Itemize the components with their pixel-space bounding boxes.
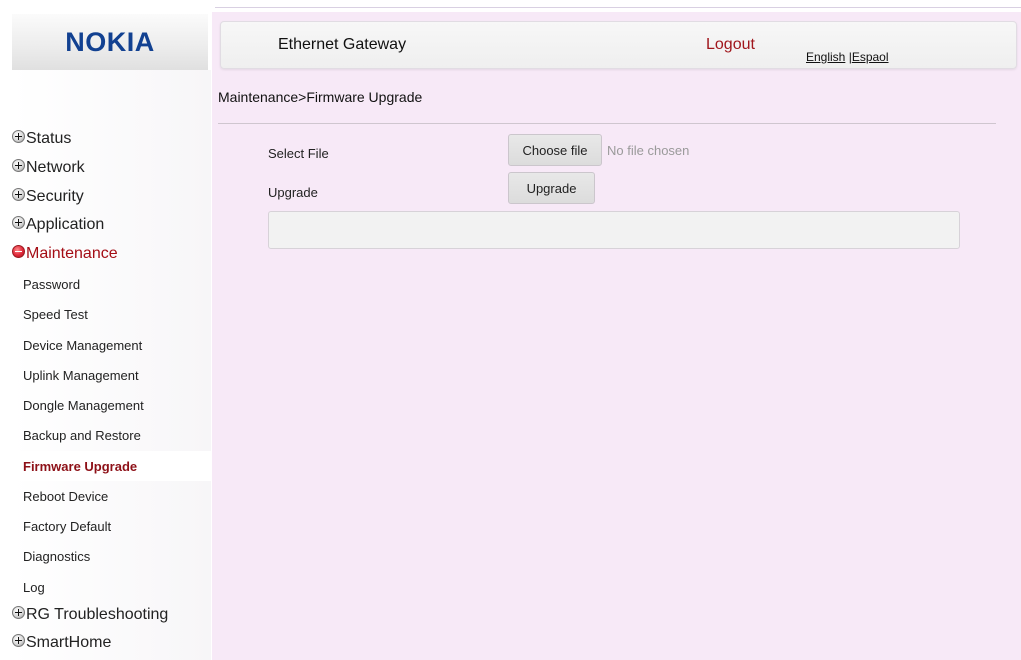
logo-area: NOKIA: [12, 14, 208, 70]
select-file-label: Select File: [268, 146, 329, 161]
lang-spanish-link[interactable]: Espaol: [852, 50, 889, 64]
sidebar-item-uplink-management[interactable]: Uplink Management: [12, 360, 211, 390]
nokia-logo: NOKIA: [65, 27, 155, 57]
upgrade-label: Upgrade: [268, 185, 318, 200]
sidebar-item-label: Reboot Device: [23, 488, 109, 504]
sidebar-item-dongle-management[interactable]: Dongle Management: [12, 390, 211, 420]
sidebar-item-label: Dongle Management: [23, 397, 144, 413]
plus-icon: [12, 129, 25, 143]
language-switcher: English |Espaol: [806, 50, 889, 64]
sidebar-item-label: Firmware Upgrade: [23, 458, 138, 474]
sidebar-item-label: Speed Test: [23, 306, 88, 322]
breadcrumb-divider: [218, 123, 996, 124]
sidebar-item-label: Log: [23, 579, 45, 595]
content-panel: [212, 12, 1021, 660]
nav-application-label: Application: [26, 216, 105, 233]
sidebar-item-password[interactable]: Password: [12, 269, 211, 299]
nav-status[interactable]: Status: [12, 126, 71, 152]
logout-link[interactable]: Logout: [706, 36, 755, 54]
sidebar-item-backup-restore[interactable]: Backup and Restore: [12, 420, 211, 450]
sidebar-item-device-management[interactable]: Device Management: [12, 330, 211, 360]
gateway-title: Ethernet Gateway: [278, 36, 407, 53]
nav-status-label: Status: [26, 130, 72, 147]
lang-english-link[interactable]: English: [806, 50, 845, 64]
sidebar-item-firmware-upgrade[interactable]: Firmware Upgrade: [12, 451, 211, 481]
choose-file-button[interactable]: Choose file: [508, 134, 602, 166]
nav-smarthome-label: SmartHome: [26, 634, 112, 651]
plus-icon: [12, 187, 25, 201]
sidebar-item-label: Uplink Management: [23, 367, 139, 383]
sidebar-item-speed-test[interactable]: Speed Test: [12, 299, 211, 329]
nav-security-label: Security: [26, 188, 84, 205]
nav-rg-troubleshooting-label: RG Troubleshooting: [26, 606, 169, 623]
top-border: [215, 7, 1021, 8]
sidebar-item-label: Diagnostics: [23, 548, 91, 564]
nav-rg-troubleshooting[interactable]: RG Troubleshooting: [12, 602, 168, 628]
breadcrumb: Maintenance>Firmware Upgrade: [218, 89, 423, 105]
plus-icon: [12, 605, 25, 619]
nav-maintenance-label: Maintenance: [26, 245, 118, 262]
sidebar-item-factory-default[interactable]: Factory Default: [12, 511, 211, 541]
nav-network[interactable]: Network: [12, 155, 85, 181]
upgrade-message-box: [268, 211, 960, 249]
plus-icon: [12, 158, 25, 172]
nav-smarthome[interactable]: SmartHome: [12, 630, 111, 656]
nav-security[interactable]: Security: [12, 184, 84, 210]
plus-icon: [12, 215, 25, 229]
upgrade-button[interactable]: Upgrade: [508, 172, 595, 204]
nav-network-label: Network: [26, 159, 85, 176]
sidebar-item-diagnostics[interactable]: Diagnostics: [12, 541, 211, 571]
minus-icon: [12, 244, 25, 258]
sidebar-item-reboot-device[interactable]: Reboot Device: [12, 481, 211, 511]
nav-application[interactable]: Application: [12, 212, 104, 238]
sidebar-item-label: Factory Default: [23, 518, 112, 534]
sidebar-item-label: Device Management: [23, 337, 143, 353]
no-file-chosen-text: No file chosen: [607, 143, 690, 158]
nav-maintenance[interactable]: Maintenance: [12, 241, 118, 267]
sidebar-item-label: Password: [23, 276, 81, 292]
plus-icon: [12, 633, 25, 647]
sidebar-item-label: Backup and Restore: [23, 427, 141, 443]
sidebar-item-log[interactable]: Log: [12, 572, 211, 602]
